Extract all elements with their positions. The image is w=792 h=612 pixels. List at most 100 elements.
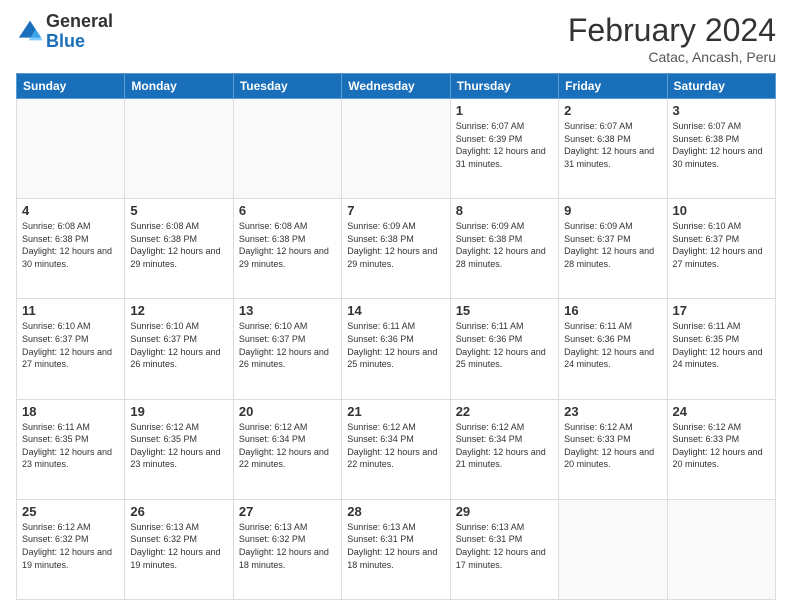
calendar-week-3: 18 Sunrise: 6:11 AM Sunset: 6:35 PM Dayli…	[17, 399, 776, 499]
day-info: Sunrise: 6:12 AM Sunset: 6:35 PM Dayligh…	[130, 421, 227, 471]
col-friday: Friday	[559, 74, 667, 99]
calendar-header: Sunday Monday Tuesday Wednesday Thursday…	[17, 74, 776, 99]
day-number: 13	[239, 303, 336, 318]
page: General Blue February 2024 Catac, Ancash…	[0, 0, 792, 612]
calendar-cell: 25 Sunrise: 6:12 AM Sunset: 6:32 PM Dayli…	[17, 499, 125, 599]
day-number: 7	[347, 203, 444, 218]
col-tuesday: Tuesday	[233, 74, 341, 99]
day-info: Sunrise: 6:11 AM Sunset: 6:35 PM Dayligh…	[673, 320, 770, 370]
col-sunday: Sunday	[17, 74, 125, 99]
day-info: Sunrise: 6:08 AM Sunset: 6:38 PM Dayligh…	[130, 220, 227, 270]
logo-icon	[16, 18, 44, 46]
day-number: 18	[22, 404, 119, 419]
day-info: Sunrise: 6:08 AM Sunset: 6:38 PM Dayligh…	[22, 220, 119, 270]
calendar-week-2: 11 Sunrise: 6:10 AM Sunset: 6:37 PM Dayli…	[17, 299, 776, 399]
day-number: 10	[673, 203, 770, 218]
day-info: Sunrise: 6:12 AM Sunset: 6:33 PM Dayligh…	[673, 421, 770, 471]
day-number: 8	[456, 203, 553, 218]
calendar-body: 1 Sunrise: 6:07 AM Sunset: 6:39 PM Daylig…	[17, 99, 776, 600]
calendar-cell: 28 Sunrise: 6:13 AM Sunset: 6:31 PM Dayli…	[342, 499, 450, 599]
day-info: Sunrise: 6:12 AM Sunset: 6:34 PM Dayligh…	[239, 421, 336, 471]
calendar-cell: 29Sunrise: 6:13 AM Sunset: 6:31 PM Dayli…	[450, 499, 558, 599]
calendar-cell	[667, 499, 775, 599]
calendar-cell	[17, 99, 125, 199]
day-number: 20	[239, 404, 336, 419]
calendar-table: Sunday Monday Tuesday Wednesday Thursday…	[16, 73, 776, 600]
day-info: Sunrise: 6:10 AM Sunset: 6:37 PM Dayligh…	[22, 320, 119, 370]
calendar-cell	[125, 99, 233, 199]
day-number: 14	[347, 303, 444, 318]
col-wednesday: Wednesday	[342, 74, 450, 99]
day-number: 19	[130, 404, 227, 419]
col-thursday: Thursday	[450, 74, 558, 99]
calendar-cell: 21 Sunrise: 6:12 AM Sunset: 6:34 PM Dayli…	[342, 399, 450, 499]
day-info: Sunrise: 6:10 AM Sunset: 6:37 PM Dayligh…	[239, 320, 336, 370]
day-info: Sunrise: 6:13 AM Sunset: 6:32 PM Dayligh…	[239, 521, 336, 571]
calendar-cell: 3 Sunrise: 6:07 AM Sunset: 6:38 PM Daylig…	[667, 99, 775, 199]
calendar-cell: 16Sunrise: 6:11 AM Sunset: 6:36 PM Dayli…	[559, 299, 667, 399]
day-info: Sunrise: 6:07 AM Sunset: 6:38 PM Dayligh…	[673, 120, 770, 170]
logo: General Blue	[16, 12, 113, 52]
day-number: 17	[673, 303, 770, 318]
calendar-week-0: 1 Sunrise: 6:07 AM Sunset: 6:39 PM Daylig…	[17, 99, 776, 199]
day-info: Sunrise: 6:12 AM Sunset: 6:34 PM Dayligh…	[456, 421, 553, 471]
calendar-cell: 23Sunrise: 6:12 AM Sunset: 6:33 PM Dayli…	[559, 399, 667, 499]
day-number: 1	[456, 103, 553, 118]
day-info: Sunrise: 6:12 AM Sunset: 6:34 PM Dayligh…	[347, 421, 444, 471]
calendar-cell: 22 Sunrise: 6:12 AM Sunset: 6:34 PM Dayli…	[450, 399, 558, 499]
month-year: February 2024	[568, 12, 776, 49]
calendar-cell: 7Sunrise: 6:09 AM Sunset: 6:38 PM Daylig…	[342, 199, 450, 299]
day-info: Sunrise: 6:07 AM Sunset: 6:38 PM Dayligh…	[564, 120, 661, 170]
day-number: 3	[673, 103, 770, 118]
day-info: Sunrise: 6:11 AM Sunset: 6:35 PM Dayligh…	[22, 421, 119, 471]
calendar-week-1: 4 Sunrise: 6:08 AM Sunset: 6:38 PM Daylig…	[17, 199, 776, 299]
calendar-cell: 17 Sunrise: 6:11 AM Sunset: 6:35 PM Dayli…	[667, 299, 775, 399]
day-info: Sunrise: 6:13 AM Sunset: 6:32 PM Dayligh…	[130, 521, 227, 571]
day-number: 28	[347, 504, 444, 519]
calendar-cell: 5 Sunrise: 6:08 AM Sunset: 6:38 PM Daylig…	[125, 199, 233, 299]
day-info: Sunrise: 6:12 AM Sunset: 6:32 PM Dayligh…	[22, 521, 119, 571]
day-info: Sunrise: 6:10 AM Sunset: 6:37 PM Dayligh…	[673, 220, 770, 270]
calendar-cell: 11 Sunrise: 6:10 AM Sunset: 6:37 PM Dayli…	[17, 299, 125, 399]
calendar-week-4: 25 Sunrise: 6:12 AM Sunset: 6:32 PM Dayli…	[17, 499, 776, 599]
day-number: 4	[22, 203, 119, 218]
calendar-cell	[559, 499, 667, 599]
day-info: Sunrise: 6:11 AM Sunset: 6:36 PM Dayligh…	[564, 320, 661, 370]
day-number: 26	[130, 504, 227, 519]
calendar-cell: 19 Sunrise: 6:12 AM Sunset: 6:35 PM Dayli…	[125, 399, 233, 499]
calendar-cell	[233, 99, 341, 199]
calendar-cell: 1 Sunrise: 6:07 AM Sunset: 6:39 PM Daylig…	[450, 99, 558, 199]
day-info: Sunrise: 6:08 AM Sunset: 6:38 PM Dayligh…	[239, 220, 336, 270]
day-number: 24	[673, 404, 770, 419]
calendar-cell: 13 Sunrise: 6:10 AM Sunset: 6:37 PM Dayli…	[233, 299, 341, 399]
day-number: 22	[456, 404, 553, 419]
calendar-cell: 9Sunrise: 6:09 AM Sunset: 6:37 PM Daylig…	[559, 199, 667, 299]
calendar-cell: 4 Sunrise: 6:08 AM Sunset: 6:38 PM Daylig…	[17, 199, 125, 299]
day-info: Sunrise: 6:07 AM Sunset: 6:39 PM Dayligh…	[456, 120, 553, 170]
day-number: 5	[130, 203, 227, 218]
logo-blue-text: Blue	[46, 31, 85, 51]
calendar-cell: 2 Sunrise: 6:07 AM Sunset: 6:38 PM Daylig…	[559, 99, 667, 199]
calendar-cell: 20 Sunrise: 6:12 AM Sunset: 6:34 PM Dayli…	[233, 399, 341, 499]
header: General Blue February 2024 Catac, Ancash…	[16, 12, 776, 65]
day-number: 11	[22, 303, 119, 318]
calendar-cell: 24 Sunrise: 6:12 AM Sunset: 6:33 PM Dayli…	[667, 399, 775, 499]
calendar-cell: 12Sunrise: 6:10 AM Sunset: 6:37 PM Dayli…	[125, 299, 233, 399]
day-number: 15	[456, 303, 553, 318]
calendar-cell: 18 Sunrise: 6:11 AM Sunset: 6:35 PM Dayli…	[17, 399, 125, 499]
logo-general-text: General	[46, 11, 113, 31]
location: Catac, Ancash, Peru	[568, 49, 776, 65]
day-number: 23	[564, 404, 661, 419]
calendar-cell: 14Sunrise: 6:11 AM Sunset: 6:36 PM Dayli…	[342, 299, 450, 399]
day-number: 21	[347, 404, 444, 419]
day-info: Sunrise: 6:10 AM Sunset: 6:37 PM Dayligh…	[130, 320, 227, 370]
day-info: Sunrise: 6:13 AM Sunset: 6:31 PM Dayligh…	[347, 521, 444, 571]
title-block: February 2024 Catac, Ancash, Peru	[568, 12, 776, 65]
day-number: 2	[564, 103, 661, 118]
day-number: 9	[564, 203, 661, 218]
calendar-cell: 26 Sunrise: 6:13 AM Sunset: 6:32 PM Dayli…	[125, 499, 233, 599]
calendar-cell: 6Sunrise: 6:08 AM Sunset: 6:38 PM Daylig…	[233, 199, 341, 299]
day-number: 25	[22, 504, 119, 519]
calendar-cell: 27Sunrise: 6:13 AM Sunset: 6:32 PM Dayli…	[233, 499, 341, 599]
day-number: 29	[456, 504, 553, 519]
